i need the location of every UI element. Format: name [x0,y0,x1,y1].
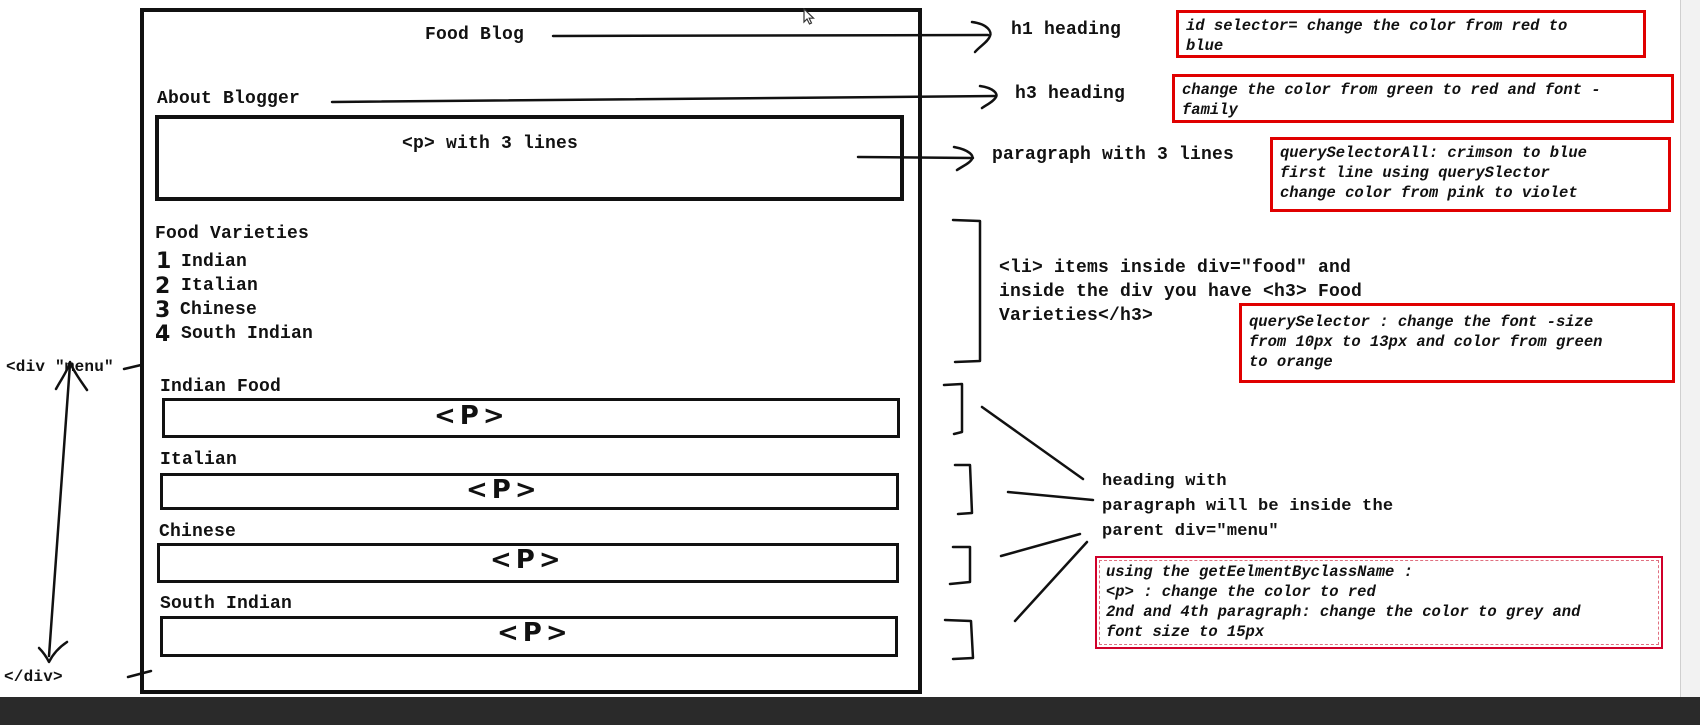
menu-connector-2 [1006,490,1095,502]
div-close-tick [126,669,153,679]
menu-connector-4 [1013,540,1089,623]
div-span-arrow [47,362,72,658]
h3-arrow [330,94,998,104]
mouse-cursor-icon [803,8,815,25]
li-bracket [951,218,982,364]
window-scroll-edge [1680,0,1700,697]
menu-connector-1 [980,405,1085,481]
connector-lines [37,20,1095,679]
menu-bracket-2 [953,463,974,516]
h1-arrow-head [970,20,992,54]
menu-bracket-4 [943,618,975,661]
div-open-tick [122,363,143,371]
div-span-arrow-bottom [37,640,69,664]
menu-bracket-1 [942,382,964,436]
taskbar-strip [0,697,1700,725]
whiteboard-canvas: Food Blog About Blogger <p> with 3 lines… [0,0,1700,725]
menu-bracket-3 [948,545,972,586]
div-span-arrow-top [54,360,89,392]
h1-arrow [551,33,990,38]
paragraph-arrow [856,155,975,160]
menu-connector-3 [999,532,1082,558]
